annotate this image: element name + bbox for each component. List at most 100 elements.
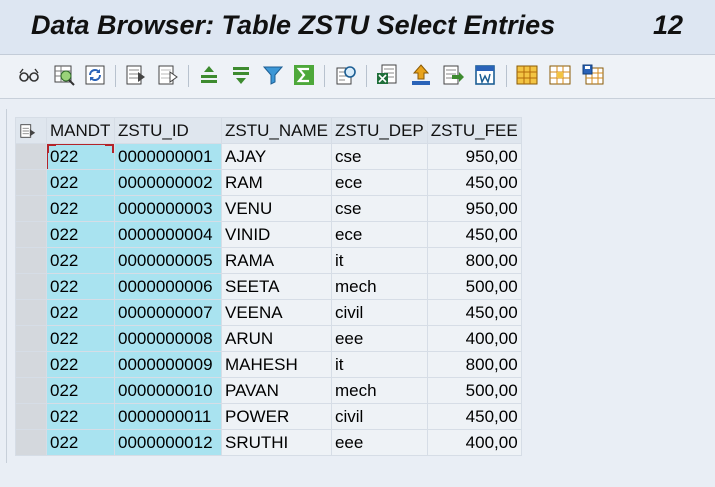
cell-mandt[interactable]: 022	[46, 351, 115, 378]
column-header-zstu-fee[interactable]: ZSTU_FEE	[426, 117, 522, 144]
save-layout-icon[interactable]	[581, 63, 605, 87]
column-header-zstu-id[interactable]: ZSTU_ID	[114, 117, 222, 144]
row-selector[interactable]	[15, 325, 47, 352]
cell-mandt[interactable]: 022	[46, 143, 115, 170]
cell-zstu-fee[interactable]: 950,00	[426, 195, 522, 222]
data-table: MANDT ZSTU_ID ZSTU_NAME ZSTU_DEP ZSTU_FE…	[15, 117, 522, 456]
row-selector[interactable]	[15, 247, 47, 274]
cell-zstu-dep[interactable]: eee	[330, 325, 428, 352]
download-icon[interactable]	[441, 63, 465, 87]
cell-zstu-name[interactable]: VEENA	[221, 299, 332, 326]
cell-zstu-fee[interactable]: 450,00	[426, 299, 522, 326]
column-header-mandt[interactable]: MANDT	[46, 117, 115, 144]
cell-zstu-fee[interactable]: 400,00	[426, 325, 522, 352]
cell-zstu-dep[interactable]: it	[330, 247, 428, 274]
select-layout-icon[interactable]	[548, 63, 572, 87]
cell-zstu-dep[interactable]: eee	[330, 429, 428, 456]
cell-mandt[interactable]: 022	[46, 221, 115, 248]
cell-zstu-id[interactable]: 0000000012	[114, 429, 222, 456]
cell-zstu-dep[interactable]: it	[330, 351, 428, 378]
row-selector[interactable]	[15, 195, 47, 222]
select-all-rows-button[interactable]	[15, 117, 47, 144]
cell-zstu-id[interactable]: 0000000005	[114, 247, 222, 274]
deselect-all-icon[interactable]	[156, 63, 180, 87]
cell-zstu-name[interactable]: MAHESH	[221, 351, 332, 378]
cell-zstu-id[interactable]: 0000000010	[114, 377, 222, 404]
cell-zstu-fee[interactable]: 450,00	[426, 169, 522, 196]
cell-zstu-fee[interactable]: 950,00	[426, 143, 522, 170]
glasses-display-icon[interactable]	[17, 63, 41, 87]
table-row: 022 0000000001 AJAY cse 950,00	[15, 143, 522, 170]
table-row: 022 0000000010 PAVAN mech 500,00	[15, 377, 522, 404]
cell-mandt[interactable]: 022	[46, 377, 115, 404]
cell-zstu-id[interactable]: 0000000001	[114, 143, 222, 170]
word-processing-icon[interactable]	[473, 63, 497, 87]
cell-zstu-name[interactable]: VENU	[221, 195, 332, 222]
cell-mandt[interactable]: 022	[46, 247, 115, 274]
cell-zstu-dep[interactable]: mech	[330, 273, 428, 300]
sort-descending-icon[interactable]	[229, 63, 253, 87]
cell-zstu-fee[interactable]: 500,00	[426, 377, 522, 404]
cell-zstu-dep[interactable]: mech	[330, 377, 428, 404]
table-row: 022 0000000005 RAMA it 800,00	[15, 247, 522, 274]
cell-zstu-name[interactable]: POWER	[221, 403, 332, 430]
row-selector[interactable]	[15, 273, 47, 300]
row-selector[interactable]	[15, 299, 47, 326]
filter-icon[interactable]	[261, 63, 285, 87]
refresh-icon[interactable]	[83, 63, 107, 87]
cell-zstu-dep[interactable]: ece	[330, 221, 428, 248]
cell-mandt[interactable]: 022	[46, 299, 115, 326]
cell-zstu-id[interactable]: 0000000011	[114, 403, 222, 430]
cell-zstu-name[interactable]: SRUTHI	[221, 429, 332, 456]
row-selector[interactable]	[15, 377, 47, 404]
cell-zstu-name[interactable]: AJAY	[221, 143, 332, 170]
row-selector[interactable]	[15, 429, 47, 456]
cell-zstu-fee[interactable]: 800,00	[426, 247, 522, 274]
row-selector[interactable]	[15, 403, 47, 430]
print-preview-icon[interactable]	[334, 63, 358, 87]
sum-icon[interactable]	[292, 63, 316, 87]
column-header-zstu-dep[interactable]: ZSTU_DEP	[330, 117, 428, 144]
cell-zstu-id[interactable]: 0000000009	[114, 351, 222, 378]
cell-mandt[interactable]: 022	[46, 273, 115, 300]
cell-zstu-id[interactable]: 0000000007	[114, 299, 222, 326]
cell-zstu-fee[interactable]: 400,00	[426, 429, 522, 456]
cell-mandt[interactable]: 022	[46, 169, 115, 196]
check-table-icon[interactable]	[52, 63, 76, 87]
upload-icon[interactable]	[409, 63, 433, 87]
row-selector[interactable]	[15, 143, 47, 170]
cell-zstu-id[interactable]: 0000000004	[114, 221, 222, 248]
cell-zstu-id[interactable]: 0000000002	[114, 169, 222, 196]
cell-mandt[interactable]: 022	[46, 429, 115, 456]
cell-zstu-fee[interactable]: 800,00	[426, 351, 522, 378]
data-grid-area: MANDT ZSTU_ID ZSTU_NAME ZSTU_DEP ZSTU_FE…	[0, 99, 715, 487]
cell-zstu-id[interactable]: 0000000006	[114, 273, 222, 300]
cell-zstu-dep[interactable]: cse	[330, 195, 428, 222]
cell-zstu-name[interactable]: PAVAN	[221, 377, 332, 404]
cell-mandt[interactable]: 022	[46, 195, 115, 222]
select-all-icon[interactable]	[124, 63, 148, 87]
export-excel-icon[interactable]	[375, 63, 399, 87]
row-selector[interactable]	[15, 221, 47, 248]
cell-mandt[interactable]: 022	[46, 403, 115, 430]
cell-zstu-dep[interactable]: civil	[330, 403, 428, 430]
cell-zstu-id[interactable]: 0000000008	[114, 325, 222, 352]
row-selector[interactable]	[15, 169, 47, 196]
cell-zstu-fee[interactable]: 450,00	[426, 403, 522, 430]
cell-zstu-name[interactable]: RAMA	[221, 247, 332, 274]
cell-zstu-name[interactable]: SEETA	[221, 273, 332, 300]
cell-zstu-name[interactable]: ARUN	[221, 325, 332, 352]
change-layout-icon[interactable]	[515, 63, 539, 87]
row-selector[interactable]	[15, 351, 47, 378]
cell-mandt[interactable]: 022	[46, 325, 115, 352]
cell-zstu-name[interactable]: RAM	[221, 169, 332, 196]
cell-zstu-dep[interactable]: ece	[330, 169, 428, 196]
column-header-zstu-name[interactable]: ZSTU_NAME	[221, 117, 332, 144]
cell-zstu-fee[interactable]: 500,00	[426, 273, 522, 300]
cell-zstu-dep[interactable]: civil	[330, 299, 428, 326]
sort-ascending-icon[interactable]	[197, 63, 221, 87]
cell-zstu-id[interactable]: 0000000003	[114, 195, 222, 222]
cell-zstu-dep[interactable]: cse	[330, 143, 428, 170]
cell-zstu-fee[interactable]: 450,00	[426, 221, 522, 248]
cell-zstu-name[interactable]: VINID	[221, 221, 332, 248]
